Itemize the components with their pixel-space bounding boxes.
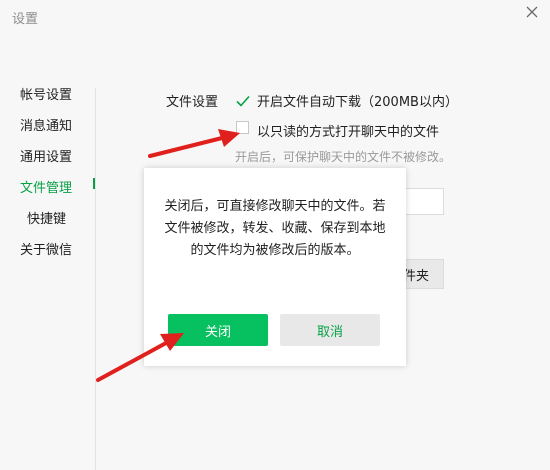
auto-download-label: 开启文件自动下载（200MB以内） [257, 95, 458, 110]
auto-download-checkbox[interactable] [236, 93, 250, 107]
read-only-label: 以只读的方式打开聊天中的文件 [257, 125, 440, 140]
sidebar-item-about[interactable]: 关于微信 [20, 239, 72, 258]
sidebar-item-shortcuts[interactable]: 快捷键 [27, 208, 66, 227]
read-only-checkbox[interactable] [236, 121, 249, 134]
dialog-message: 关闭后，可直接修改聊天中的文件。若文件被修改，转发、收藏、保存到本地的文件均为被… [164, 199, 386, 258]
cancel-label: 取消 [316, 324, 343, 340]
sidebar-item-general[interactable]: 通用设置 [20, 146, 72, 165]
read-only-hint: 开启后，可保护聊天中的文件不被修改。 [235, 150, 452, 164]
open-folder-label: 件夹 [402, 268, 429, 284]
sidebar-item-file-management[interactable]: 文件管理 [20, 177, 72, 196]
checkmark-icon [236, 95, 250, 107]
section-label: 文件设置 [166, 95, 219, 110]
active-indicator [93, 178, 95, 189]
sidebar-item-account[interactable]: 帐号设置 [20, 84, 72, 103]
cancel-button[interactable]: 取消 [280, 314, 380, 346]
close-confirm-button[interactable]: 关闭 [168, 314, 268, 346]
sidebar-item-notifications[interactable]: 消息通知 [20, 115, 72, 134]
close-confirm-label: 关闭 [204, 324, 231, 340]
window-title: 设置 [12, 12, 39, 27]
confirm-dialog: 关闭后，可直接修改聊天中的文件。若文件被修改，转发、收藏、保存到本地的文件均为被… [144, 168, 406, 366]
